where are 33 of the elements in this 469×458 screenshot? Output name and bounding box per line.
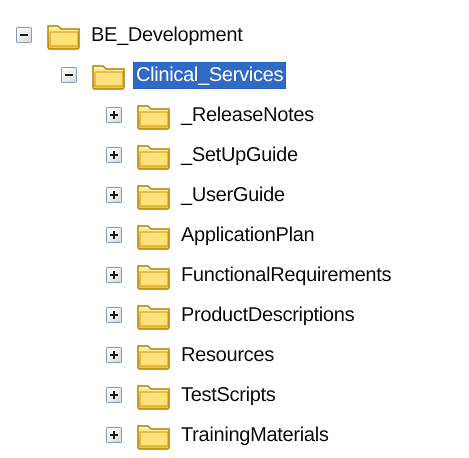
folder-name[interactable]: ProductDescriptions [178,302,358,328]
plus-icon [110,271,118,279]
expand-toggle[interactable] [106,307,122,323]
minus-icon [20,31,28,39]
folder-name[interactable]: ApplicationPlan [178,222,318,248]
expand-toggle[interactable] [106,147,122,163]
folder-name[interactable]: _SetUpGuide [178,142,301,168]
expand-toggle[interactable] [106,107,122,123]
expand-toggle[interactable] [106,347,122,363]
plus-icon [110,351,118,359]
plus-icon [110,151,118,159]
folder-name[interactable]: BE_Development [88,22,246,48]
plus-icon [110,231,118,239]
expand-toggle[interactable] [106,267,122,283]
expand-toggle[interactable] [106,387,122,403]
folder-name[interactable]: Clinical_Services [133,62,286,88]
plus-icon [110,391,118,399]
plus-icon [110,311,118,319]
folder-name[interactable]: TestScripts [178,382,279,408]
folder-name[interactable]: FunctionalRequirements [178,262,394,288]
expand-toggle[interactable] [106,187,122,203]
collapse-toggle[interactable] [61,67,77,83]
collapse-toggle[interactable] [16,27,32,43]
expand-toggle[interactable] [106,227,122,243]
folder-name[interactable]: _UserGuide [178,182,288,208]
minus-icon [65,71,73,79]
plus-icon [110,111,118,119]
folder-name[interactable]: Resources [178,342,277,368]
folder-name[interactable]: TrainingMaterials [178,422,332,448]
folder-name[interactable]: _ReleaseNotes [178,102,317,128]
expand-toggle[interactable] [106,427,122,443]
plus-icon [110,431,118,439]
plus-icon [110,191,118,199]
